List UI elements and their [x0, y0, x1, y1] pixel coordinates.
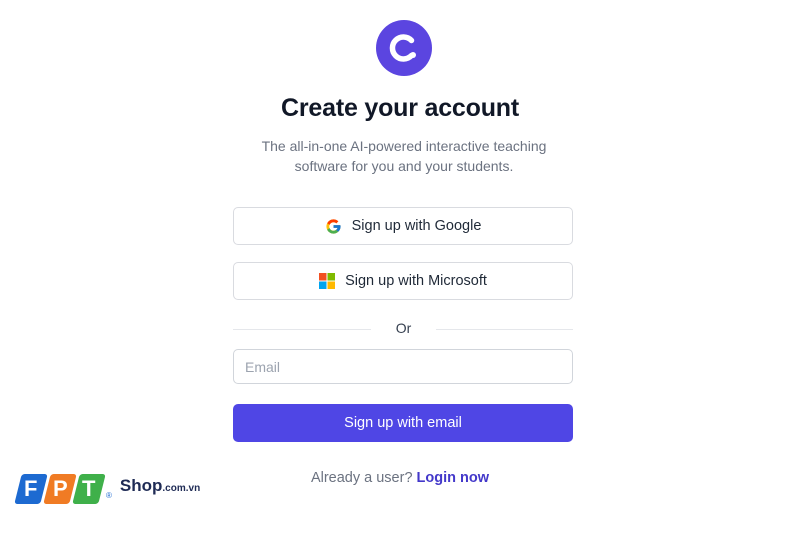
registered-mark: ®: [106, 491, 112, 500]
divider-right: [436, 329, 573, 330]
divider-or: Or: [395, 320, 412, 336]
fpt-letter-p: P: [43, 474, 77, 504]
email-signup-button[interactable]: Sign up with email: [233, 404, 573, 442]
google-icon: [325, 218, 342, 235]
fpt-letter-t: T: [72, 474, 106, 504]
divider-left: [233, 329, 371, 330]
email-input[interactable]: [233, 349, 573, 384]
fptshop-watermark: F P T ® Shop.com.vn: [14, 464, 201, 504]
login-link[interactable]: Login now: [417, 470, 489, 486]
page-title: Create your account: [281, 94, 519, 122]
microsoft-signup-button[interactable]: Sign up with Microsoft: [233, 262, 573, 300]
page-subtitle: The all-in-one AI-powered interactive te…: [261, 138, 547, 174]
google-signup-button[interactable]: Sign up with Google: [233, 207, 573, 245]
login-prompt-text: Already a user?: [310, 470, 413, 486]
google-signup-label: Sign up with Google: [351, 218, 482, 234]
fptshop-wordmark: Shop.com.vn: [119, 476, 201, 495]
microsoft-icon: [319, 273, 336, 289]
microsoft-signup-label: Sign up with Microsoft: [345, 273, 487, 289]
fpt-letter-f: F: [14, 474, 48, 504]
app-logo-icon: [376, 20, 432, 76]
